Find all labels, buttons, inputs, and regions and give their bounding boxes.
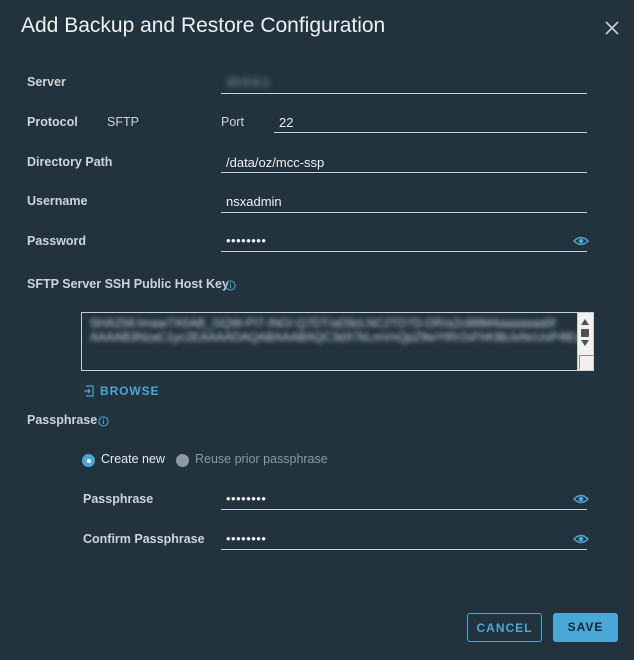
dialog-title: Add Backup and Restore Configuration xyxy=(21,14,386,37)
server-underline xyxy=(221,93,587,94)
scroll-thumb[interactable] xyxy=(581,329,589,337)
save-button[interactable]: SAVE xyxy=(553,613,618,642)
username-input[interactable]: nsxadmin xyxy=(226,194,282,209)
port-underline xyxy=(274,132,587,133)
host-key-textarea[interactable]: SHA256:tmaa/7A5AB_GQW-PI7-INO/-Q7DT/aD9z… xyxy=(81,312,594,371)
port-input[interactable]: 22 xyxy=(279,115,293,130)
confirm-passphrase-underline xyxy=(221,549,587,550)
radio-create-new-label[interactable]: Create new xyxy=(101,452,165,466)
passphrase-input[interactable]: •••••••• xyxy=(226,491,266,506)
passphrase-section-label: Passphrase xyxy=(27,413,98,427)
radio-create-new[interactable] xyxy=(82,454,95,467)
passphrase-underline xyxy=(221,509,587,510)
radio-reuse-prior[interactable] xyxy=(176,454,189,467)
username-label: Username xyxy=(27,194,88,208)
host-key-label: SFTP Server SSH Public Host Key xyxy=(27,277,229,291)
directory-path-label: Directory Path xyxy=(27,155,113,169)
browse-label: BROWSE xyxy=(100,384,160,398)
radio-reuse-prior-label[interactable]: Reuse prior passphrase xyxy=(195,452,328,466)
show-password-eye-icon[interactable] xyxy=(573,235,589,247)
port-label: Port xyxy=(221,115,244,129)
backup-config-dialog: Add Backup and Restore Configuration Ser… xyxy=(0,0,634,660)
server-input[interactable]: 10.0.0.1 xyxy=(226,75,269,89)
password-label: Password xyxy=(27,234,87,248)
password-input[interactable]: •••••••• xyxy=(226,233,266,248)
confirm-passphrase-label: Confirm Passphrase xyxy=(83,532,205,546)
server-label: Server xyxy=(27,75,66,89)
passphrase-label: Passphrase xyxy=(83,492,154,506)
host-key-text: SHA256:tmaa/7A5AB_GQW-PI7-INO/-Q7DT/aD9z… xyxy=(90,316,593,344)
upload-file-icon xyxy=(84,385,94,397)
protocol-value: SFTP xyxy=(107,115,139,129)
confirm-passphrase-input[interactable]: •••••••• xyxy=(226,531,266,546)
password-underline xyxy=(221,251,587,252)
directory-path-input[interactable]: /data/oz/mcc-ssp xyxy=(226,155,324,170)
browse-button[interactable]: BROWSE xyxy=(83,384,159,398)
textarea-scrollbar[interactable] xyxy=(577,313,593,370)
host-key-info-icon[interactable] xyxy=(225,280,236,291)
directory-path-underline xyxy=(221,172,587,173)
close-icon[interactable] xyxy=(603,19,621,37)
show-confirm-passphrase-eye-icon[interactable] xyxy=(573,533,589,545)
passphrase-info-icon[interactable] xyxy=(98,416,109,427)
resize-grip-icon[interactable] xyxy=(579,355,593,369)
show-passphrase-eye-icon[interactable] xyxy=(573,493,589,505)
protocol-label: Protocol xyxy=(27,115,78,129)
username-underline xyxy=(221,212,587,213)
scroll-up-arrow-icon[interactable] xyxy=(581,319,589,325)
cancel-button[interactable]: CANCEL xyxy=(467,613,542,642)
scroll-down-arrow-icon[interactable] xyxy=(581,340,589,346)
